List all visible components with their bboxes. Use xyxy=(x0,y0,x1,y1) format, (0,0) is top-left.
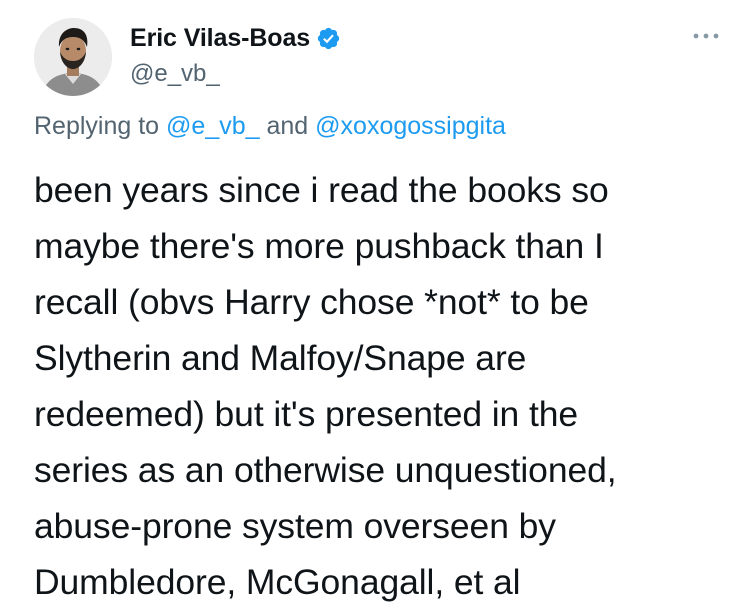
tweet-text-line: Slytherin and Malfoy/Snape are xyxy=(34,338,527,378)
tweet-text-line: maybe there's more pushback than I xyxy=(34,226,604,266)
tweet-text-line: been years since i read the books so xyxy=(34,170,609,210)
replying-to-line: Replying to @e_vb_ and @xoxogossipgita xyxy=(34,112,506,141)
verified-badge-icon xyxy=(316,26,341,51)
author-block: Eric Vilas-Boas @e_vb_ xyxy=(130,22,341,88)
mention-link-xoxogossipgita[interactable]: @xoxogossipgita xyxy=(315,112,506,140)
replying-to-joiner: and xyxy=(266,112,309,140)
author-display-name[interactable]: Eric Vilas-Boas xyxy=(130,24,310,53)
more-horizontal-icon xyxy=(693,33,719,39)
author-avatar[interactable] xyxy=(34,18,112,96)
tweet-text-line: Dumbledore, McGonagall, et al xyxy=(34,562,521,602)
tweet-card: Eric Vilas-Boas @e_vb_ Replying to @e_vb… xyxy=(0,0,750,615)
tweet-text-line: series as an otherwise unquestioned, xyxy=(34,450,617,490)
tweet-text: been years since i read the books so may… xyxy=(34,162,734,610)
tweet-text-line: abuse-prone system overseen by xyxy=(34,506,556,546)
more-options-button[interactable] xyxy=(688,26,724,46)
tweet-text-line: recall (obvs Harry chose *not* to be xyxy=(34,282,589,322)
mention-link-e-vb[interactable]: @e_vb_ xyxy=(166,112,260,140)
person-avatar-icon xyxy=(34,18,112,96)
author-handle[interactable]: @e_vb_ xyxy=(130,60,341,88)
replying-to-label: Replying to xyxy=(34,112,160,140)
tweet-text-line: redeemed) but it's presented in the xyxy=(34,394,578,434)
author-name-row: Eric Vilas-Boas xyxy=(130,22,341,54)
